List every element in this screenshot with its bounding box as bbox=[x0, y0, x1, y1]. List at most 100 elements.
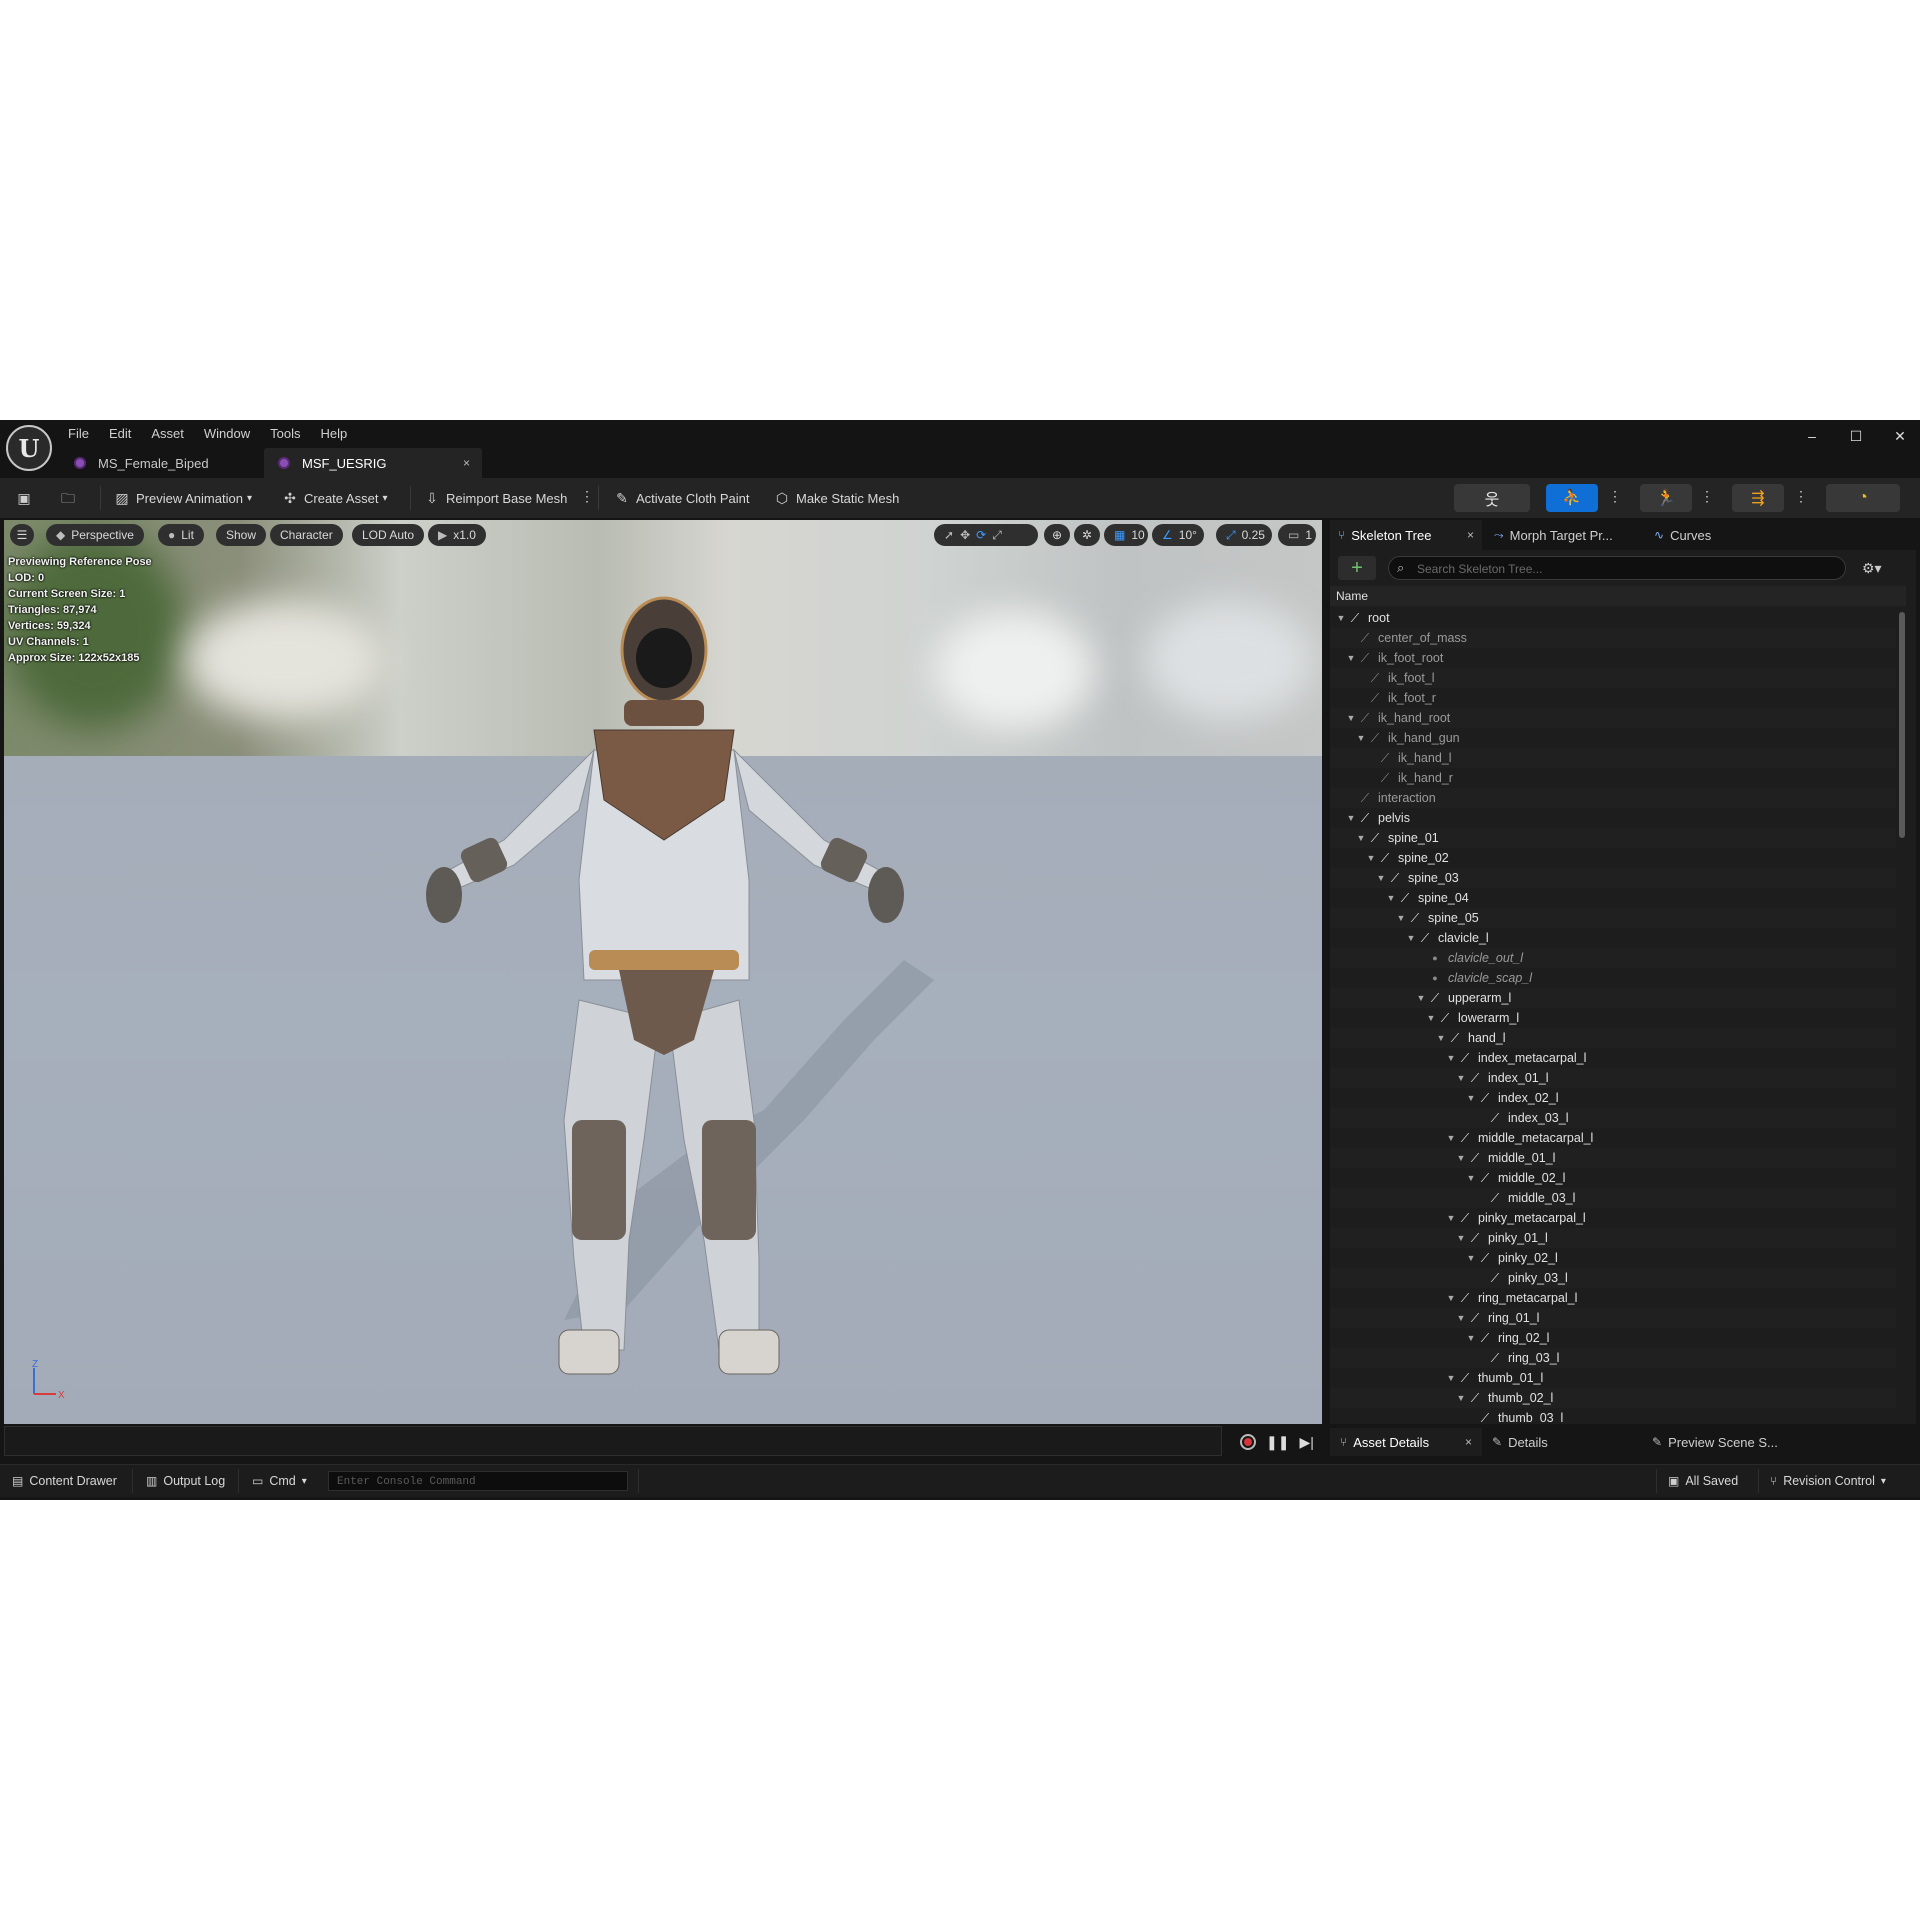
tree-row[interactable]: ▼ ⟋ spine_03 bbox=[1330, 868, 1896, 888]
blueprint-mode-options-icon[interactable]: ⋮ bbox=[1794, 488, 1808, 505]
all-saved-button[interactable]: ▣ All Saved bbox=[1668, 1471, 1738, 1491]
expand-arrow-icon[interactable]: ▼ bbox=[1436, 1033, 1446, 1043]
lod-button[interactable]: LOD Auto bbox=[352, 524, 425, 546]
tree-row[interactable]: ▼ ⟋ thumb_01_l bbox=[1330, 1368, 1896, 1388]
create-asset-button[interactable]: ✣ Create Asset ▾ bbox=[282, 486, 387, 510]
record-button[interactable] bbox=[1240, 1434, 1256, 1450]
scrollbar-thumb[interactable] bbox=[1899, 612, 1905, 838]
gear-icon[interactable]: ⚙▾ bbox=[1862, 560, 1882, 577]
expand-arrow-icon[interactable]: ▼ bbox=[1376, 873, 1386, 883]
expand-arrow-icon[interactable]: ▼ bbox=[1406, 933, 1416, 943]
search-skeleton-input[interactable] bbox=[1415, 559, 1839, 579]
pause-icon[interactable]: ❚❚ bbox=[1266, 1434, 1289, 1451]
tree-row[interactable]: ⟋ index_03_l bbox=[1330, 1108, 1896, 1128]
perspective-button[interactable]: ◆ Perspective bbox=[46, 524, 144, 546]
expand-arrow-icon[interactable]: ▼ bbox=[1446, 1373, 1456, 1383]
rotate-icon[interactable]: ⟳ bbox=[976, 528, 986, 542]
tree-row[interactable]: ▼ ⟋ hand_l bbox=[1330, 1028, 1896, 1048]
preview-viewport[interactable]: ☰ ◆ Perspective ● Lit Show Character LOD A… bbox=[4, 520, 1322, 1424]
tree-row[interactable]: ▼ ⟋ middle_01_l bbox=[1330, 1148, 1896, 1168]
tree-row[interactable]: ▼ ⟋ pinky_01_l bbox=[1330, 1228, 1896, 1248]
expand-arrow-icon[interactable]: ▼ bbox=[1356, 733, 1366, 743]
move-icon[interactable]: ✥ bbox=[960, 528, 970, 542]
scale-snap-button[interactable]: ⤢ 0.25 bbox=[1216, 524, 1272, 546]
expand-arrow-icon[interactable]: ▼ bbox=[1346, 813, 1356, 823]
doc-tab-msf-uesrig[interactable]: MSF_UESRIG × bbox=[264, 448, 482, 478]
tree-row[interactable]: ▼ ⟋ pinky_metacarpal_l bbox=[1330, 1208, 1896, 1228]
character-button[interactable]: Character bbox=[270, 524, 343, 546]
expand-arrow-icon[interactable]: ▼ bbox=[1426, 1013, 1436, 1023]
activate-cloth-paint-button[interactable]: ✎ Activate Cloth Paint bbox=[614, 486, 749, 510]
tree-row[interactable]: ▼ ⟋ spine_01 bbox=[1330, 828, 1896, 848]
tree-row[interactable]: ● clavicle_scap_l bbox=[1330, 968, 1896, 988]
browse-button[interactable]: 🗀 bbox=[60, 486, 82, 510]
viewport-timeline-bar[interactable] bbox=[4, 1426, 1222, 1456]
tree-row[interactable]: ▼ ⟋ thumb_02_l bbox=[1330, 1388, 1896, 1408]
animation-mode-options-icon[interactable]: ⋮ bbox=[1700, 488, 1714, 505]
tree-row[interactable]: ▼ ⟋ spine_05 bbox=[1330, 908, 1896, 928]
expand-arrow-icon[interactable]: ▼ bbox=[1466, 1253, 1476, 1263]
tree-row[interactable]: ▼ ⟋ index_01_l bbox=[1330, 1068, 1896, 1088]
tree-row[interactable]: ▼ ⟋ middle_02_l bbox=[1330, 1168, 1896, 1188]
tab-curves[interactable]: ∿ Curves bbox=[1642, 520, 1719, 550]
mesh-mode-button[interactable]: ⛹ bbox=[1546, 484, 1598, 512]
tree-row[interactable]: ● clavicle_out_l bbox=[1330, 948, 1896, 968]
output-log-button[interactable]: ▥ Output Log bbox=[146, 1471, 225, 1491]
camera-speed-button[interactable]: ▭ 1 bbox=[1278, 524, 1316, 546]
skeleton-mode-button[interactable]: 웃 bbox=[1454, 484, 1530, 512]
content-drawer-button[interactable]: ▤ Content Drawer bbox=[12, 1471, 117, 1491]
close-tab-icon[interactable]: × bbox=[463, 456, 470, 470]
tree-row[interactable]: ▼ ⟋ index_02_l bbox=[1330, 1088, 1896, 1108]
tree-row[interactable]: ⟋ ik_foot_r bbox=[1330, 688, 1896, 708]
scale-icon[interactable]: ⤢ bbox=[992, 528, 1002, 543]
expand-arrow-icon[interactable]: ▼ bbox=[1346, 713, 1356, 723]
expand-arrow-icon[interactable]: ▼ bbox=[1366, 853, 1376, 863]
expand-arrow-icon[interactable]: ▼ bbox=[1456, 1073, 1466, 1083]
expand-arrow-icon[interactable]: ▼ bbox=[1346, 653, 1356, 663]
tree-row[interactable]: ▼ ⟋ ik_hand_gun bbox=[1330, 728, 1896, 748]
world-local-toggle[interactable]: ⊕ bbox=[1044, 524, 1070, 546]
surface-snap-button[interactable]: ✲ bbox=[1074, 524, 1100, 546]
menu-asset[interactable]: Asset bbox=[151, 424, 196, 446]
expand-arrow-icon[interactable]: ▼ bbox=[1456, 1393, 1466, 1403]
blueprint-mode-button[interactable]: ⇶ bbox=[1732, 484, 1784, 512]
tab-morph-target-preview[interactable]: ⤳ Morph Target Pr... bbox=[1482, 520, 1642, 550]
step-forward-icon[interactable]: ▶| bbox=[1299, 1434, 1313, 1451]
expand-arrow-icon[interactable]: ▼ bbox=[1396, 913, 1406, 923]
select-icon[interactable]: ➚ bbox=[944, 528, 954, 542]
reimport-options-icon[interactable]: ⋮ bbox=[580, 488, 594, 505]
close-window-icon[interactable]: ✕ bbox=[1890, 428, 1910, 445]
tree-row[interactable]: ▼ ⟋ pelvis bbox=[1330, 808, 1896, 828]
tree-row[interactable]: ▼ ⟋ spine_04 bbox=[1330, 888, 1896, 908]
rotation-snap-button[interactable]: ∠ 10° bbox=[1152, 524, 1204, 546]
tab-skeleton-tree[interactable]: ⑂ Skeleton Tree × bbox=[1330, 520, 1482, 550]
mesh-mode-options-icon[interactable]: ⋮ bbox=[1608, 488, 1622, 505]
tree-scrollbar[interactable] bbox=[1898, 608, 1906, 1422]
expand-arrow-icon[interactable]: ▼ bbox=[1456, 1233, 1466, 1243]
tree-row[interactable]: ▼ ⟋ ik_foot_root bbox=[1330, 648, 1896, 668]
tree-row[interactable]: ⟋ ik_hand_l bbox=[1330, 748, 1896, 768]
tree-row[interactable]: ▼ ⟋ index_metacarpal_l bbox=[1330, 1048, 1896, 1068]
tree-row[interactable]: ⟋ ring_03_l bbox=[1330, 1348, 1896, 1368]
minimize-icon[interactable]: – bbox=[1802, 428, 1822, 445]
column-header-name[interactable]: Name bbox=[1330, 586, 1906, 606]
close-tab-icon[interactable]: × bbox=[1467, 528, 1474, 542]
expand-arrow-icon[interactable]: ▼ bbox=[1446, 1053, 1456, 1063]
tree-row[interactable]: ▼ ⟋ ring_01_l bbox=[1330, 1308, 1896, 1328]
menu-edit[interactable]: Edit bbox=[109, 424, 143, 446]
tree-row[interactable]: ▼ ⟋ upperarm_l bbox=[1330, 988, 1896, 1008]
menu-window[interactable]: Window bbox=[204, 424, 262, 446]
maximize-icon[interactable]: ☐ bbox=[1846, 428, 1866, 445]
unreal-logo-icon[interactable]: U bbox=[6, 425, 52, 471]
expand-arrow-icon[interactable]: ▼ bbox=[1456, 1153, 1466, 1163]
close-tab-icon[interactable]: × bbox=[1465, 1435, 1472, 1449]
lit-button[interactable]: ● Lit bbox=[158, 524, 204, 546]
menu-file[interactable]: File bbox=[68, 424, 101, 446]
expand-arrow-icon[interactable]: ▼ bbox=[1416, 993, 1426, 1003]
tree-row[interactable]: ⟋ middle_03_l bbox=[1330, 1188, 1896, 1208]
menu-tools[interactable]: Tools bbox=[270, 424, 312, 446]
tree-row[interactable]: ⟋ thumb_03_l bbox=[1330, 1408, 1896, 1423]
physics-mode-button[interactable]: ◔ bbox=[1826, 484, 1900, 512]
viewport-menu-button[interactable]: ☰ bbox=[10, 524, 34, 546]
expand-arrow-icon[interactable]: ▼ bbox=[1456, 1313, 1466, 1323]
